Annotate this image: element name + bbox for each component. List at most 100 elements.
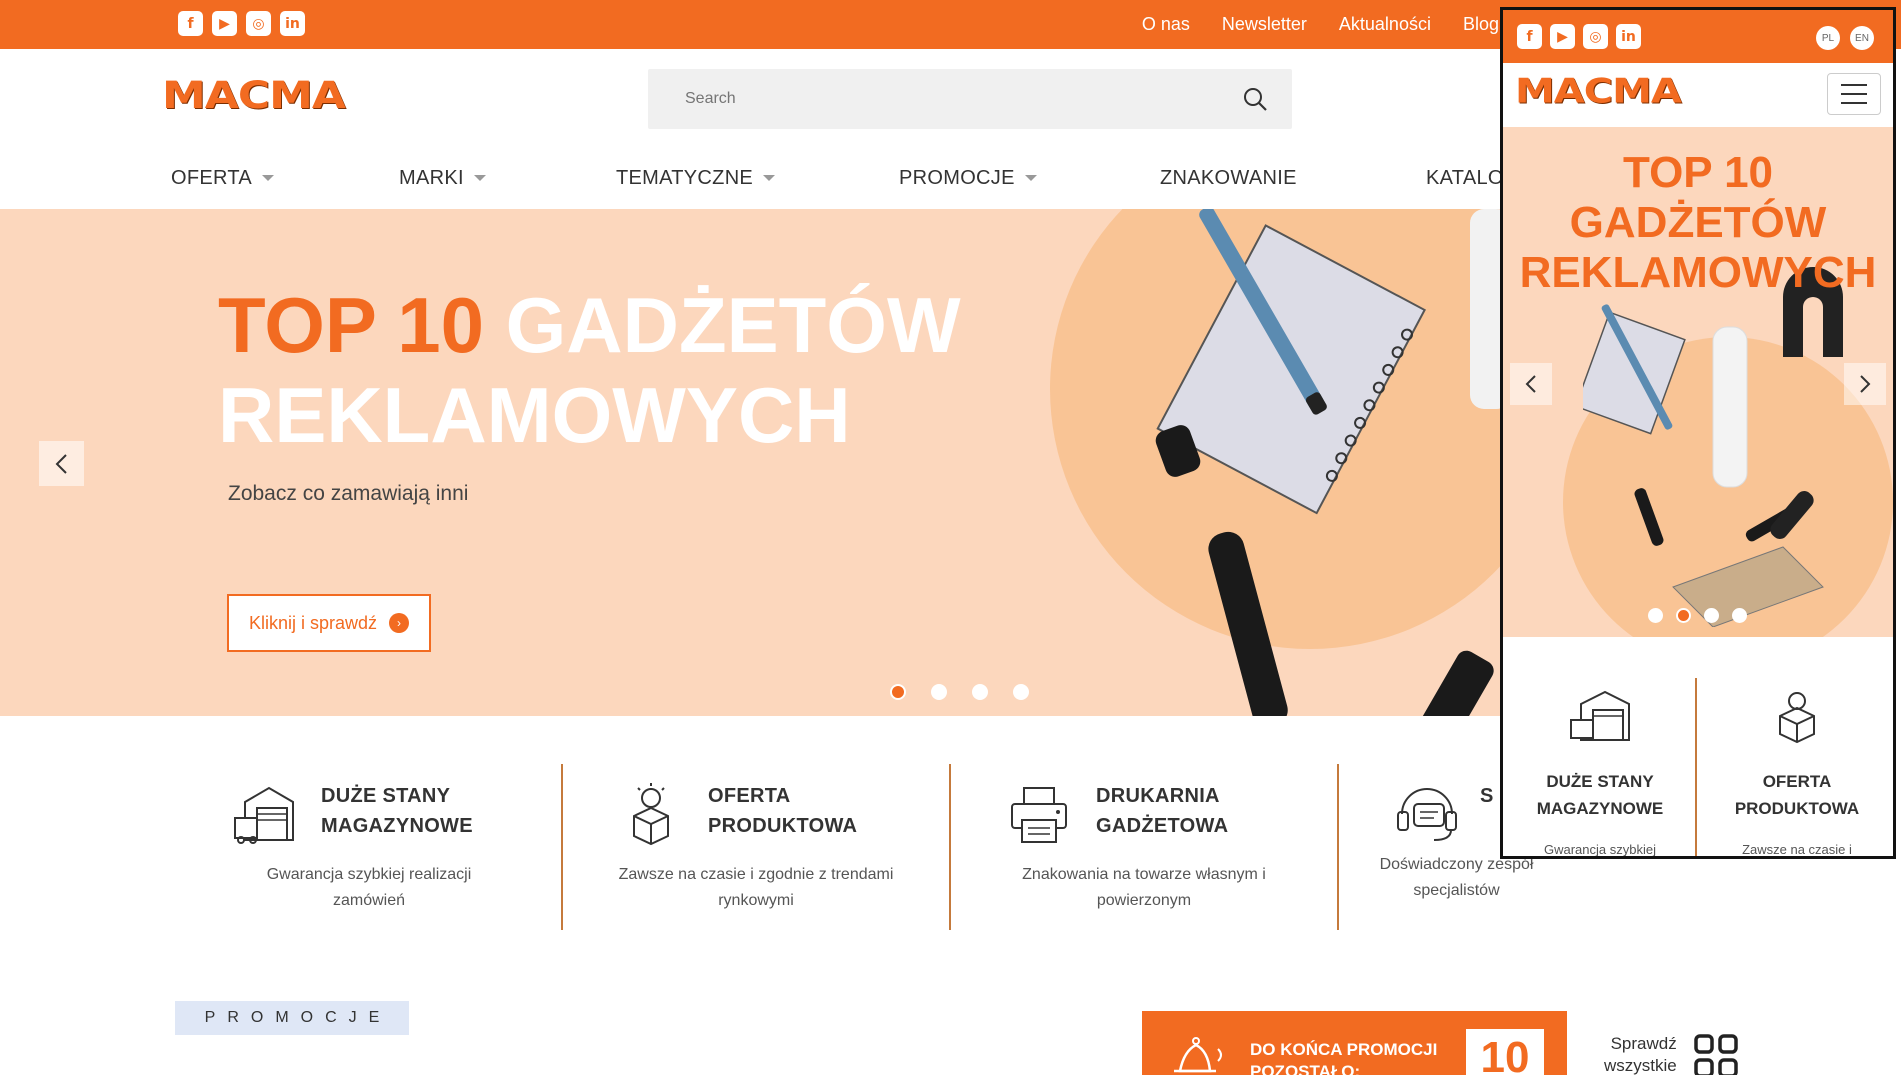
nav-label: OFERTA bbox=[171, 166, 253, 189]
mobile-carousel-dots bbox=[1648, 608, 1747, 623]
youtube-icon[interactable]: ▶ bbox=[212, 11, 237, 36]
warehouse-icon bbox=[234, 786, 294, 844]
language-pl[interactable]: PL bbox=[1816, 26, 1840, 50]
hero-title-accent: TOP 10 bbox=[218, 281, 484, 369]
features-row: DUŻE STANY MAGAZYNOWE Gwarancja szybkiej… bbox=[175, 764, 1575, 931]
warehouse-icon bbox=[1570, 690, 1630, 741]
product-image bbox=[1155, 209, 1501, 716]
feature-title-line: OFERTA bbox=[708, 785, 791, 807]
feature-divider bbox=[561, 764, 563, 930]
linkedin-icon[interactable]: in bbox=[1616, 24, 1641, 49]
feature-divider bbox=[1337, 764, 1339, 930]
feature-item: OFERTA PRODUKTOWA Zawsze na czasie i zgo… bbox=[562, 764, 950, 931]
feature-title-line: PRODUKTOWA bbox=[708, 815, 858, 837]
feature-title-line: MAGAZYNOWE bbox=[1536, 799, 1664, 818]
language-en[interactable]: EN bbox=[1850, 26, 1874, 50]
mobile-preview: f ▶ ◎ in PL EN MACMA TOP 10 GADŻETÓW REK… bbox=[1500, 7, 1896, 859]
nav-katalogi[interactable]: KATALO bbox=[1426, 160, 1504, 196]
carousel-dot[interactable] bbox=[1732, 608, 1747, 623]
carousel-dot[interactable] bbox=[972, 684, 988, 700]
nav-promocje[interactable]: PROMOCJE bbox=[899, 160, 1037, 196]
feature-title-line: S bbox=[1480, 785, 1494, 807]
feature-desc-line: Znakowania na towarze własnym i bbox=[1022, 866, 1266, 883]
feature-title: S bbox=[1480, 781, 1494, 811]
search-bar bbox=[648, 69, 1292, 129]
chevron-right-icon bbox=[1860, 375, 1871, 393]
mobile-header: MACMA bbox=[1503, 63, 1893, 127]
carousel-dot[interactable] bbox=[1013, 684, 1029, 700]
feature-item: DRUKARNIA GADŻETOWA Znakowania na towarz… bbox=[950, 764, 1338, 931]
carousel-prev-button[interactable] bbox=[39, 441, 84, 486]
top-links: O nas Newsletter Aktualności Blog bbox=[1142, 0, 1499, 49]
feature-desc-line: specjalistów bbox=[1413, 882, 1500, 899]
youtube-icon[interactable]: ▶ bbox=[1550, 24, 1575, 49]
hero-title-rest: GADŻETÓW bbox=[505, 281, 961, 369]
facebook-icon[interactable]: f bbox=[178, 11, 203, 36]
printer-icon bbox=[1011, 787, 1067, 843]
hero-title: TOP 10 GADŻETÓW REKLAMOWYCH bbox=[218, 280, 961, 460]
feature-desc-line: Zawsze na czasie i zgodnie z trendami bbox=[618, 866, 894, 883]
facebook-icon[interactable]: f bbox=[1517, 24, 1542, 49]
feature-divider bbox=[949, 764, 951, 930]
product-image bbox=[1583, 267, 1843, 627]
link-aktualnosci[interactable]: Aktualności bbox=[1339, 14, 1431, 35]
mobile-logo[interactable]: MACMA bbox=[1515, 74, 1682, 111]
promo-section-label: PROMOCJE bbox=[175, 1001, 409, 1035]
carousel-dot[interactable] bbox=[1648, 608, 1663, 623]
hero-title-line2: REKLAMOWYCH bbox=[218, 371, 851, 459]
search-input[interactable] bbox=[648, 69, 1228, 129]
nav-marki[interactable]: MARKI bbox=[399, 160, 486, 196]
nav-tematyczne[interactable]: TEMATYCZNE bbox=[616, 160, 776, 196]
instagram-icon[interactable]: ◎ bbox=[1583, 24, 1608, 49]
promo-countdown: DO KOŃCA PROMOCJI POZOSTAŁO: 10 bbox=[1142, 1011, 1567, 1075]
chevron-down-icon bbox=[763, 175, 776, 181]
arrow-right-icon: › bbox=[389, 613, 410, 633]
feature-title: OFERTA PRODUKTOWA bbox=[1707, 768, 1887, 822]
search-icon[interactable] bbox=[1242, 86, 1268, 112]
feature-desc-line: powierzonym bbox=[1096, 892, 1192, 909]
hamburger-line bbox=[1841, 102, 1867, 104]
carousel-dot[interactable] bbox=[931, 684, 947, 700]
grid-icon[interactable] bbox=[1694, 1034, 1738, 1075]
feature-title-line: DUŻE STANY bbox=[1546, 772, 1654, 791]
link-o-nas[interactable]: O nas bbox=[1142, 14, 1190, 35]
feature-item: DUŻE STANY MAGAZYNOWE Gwarancja szybkiej… bbox=[175, 764, 563, 931]
feature-title: DRUKARNIA GADŻETOWA bbox=[1096, 781, 1228, 841]
link-blog[interactable]: Blog bbox=[1463, 14, 1499, 35]
link-newsletter[interactable]: Newsletter bbox=[1222, 14, 1307, 35]
carousel-dot[interactable] bbox=[1676, 608, 1691, 623]
feature-desc-line: zamówień bbox=[332, 892, 406, 909]
feature-title-line: DRUKARNIA bbox=[1096, 785, 1220, 807]
feature-desc: Zawsze na czasie i zgodnie z trendami ry… bbox=[562, 862, 950, 914]
mobile-title-line: TOP 10 GADŻETÓW bbox=[1569, 148, 1827, 247]
chevron-down-icon bbox=[473, 175, 486, 181]
see-all-link[interactable]: Sprawdź wszystkie bbox=[1604, 1033, 1677, 1075]
instagram-icon[interactable]: ◎ bbox=[246, 11, 271, 36]
lightbulb-box-icon bbox=[1779, 692, 1815, 744]
mobile-carousel-next-button[interactable] bbox=[1844, 363, 1886, 405]
hamburger-line bbox=[1841, 84, 1867, 86]
feature-desc: Doświadczony zespół specjalistów bbox=[1338, 852, 1575, 904]
see-all-line: Sprawdź bbox=[1610, 1034, 1677, 1053]
social-links: f ▶ ◎ in bbox=[178, 11, 305, 36]
carousel-dot[interactable] bbox=[1704, 608, 1719, 623]
hamburger-menu-button[interactable] bbox=[1827, 73, 1881, 115]
nav-znakowanie[interactable]: ZNAKOWANIE bbox=[1160, 160, 1297, 196]
countdown-line: DO KOŃCA PROMOCJI bbox=[1250, 1040, 1438, 1059]
mobile-feature-item: DUŻE STANY MAGAZYNOWE Gwarancja szybkiej bbox=[1510, 670, 1690, 856]
hero-cta-button[interactable]: Kliknij i sprawdź › bbox=[227, 594, 431, 652]
feature-divider bbox=[1695, 678, 1697, 856]
nav-label: ZNAKOWANIE bbox=[1160, 166, 1297, 189]
mobile-top-bar: f ▶ ◎ in PL EN bbox=[1503, 10, 1893, 63]
feature-title-line: OFERTA bbox=[1762, 772, 1832, 791]
mobile-carousel-prev-button[interactable] bbox=[1510, 363, 1552, 405]
nav-oferta[interactable]: OFERTA bbox=[171, 160, 275, 196]
carousel-dots bbox=[890, 684, 1029, 700]
feature-title-line: DUŻE STANY bbox=[321, 785, 451, 807]
carousel-dot[interactable] bbox=[890, 684, 906, 700]
linkedin-icon[interactable]: in bbox=[280, 11, 305, 36]
feature-desc-line: rynkowymi bbox=[718, 892, 794, 909]
mobile-title-line: REKLAMOWYCH bbox=[1519, 248, 1877, 297]
feature-title-line: MAGAZYNOWE bbox=[321, 815, 473, 837]
site-logo[interactable]: MACMA bbox=[162, 77, 346, 118]
